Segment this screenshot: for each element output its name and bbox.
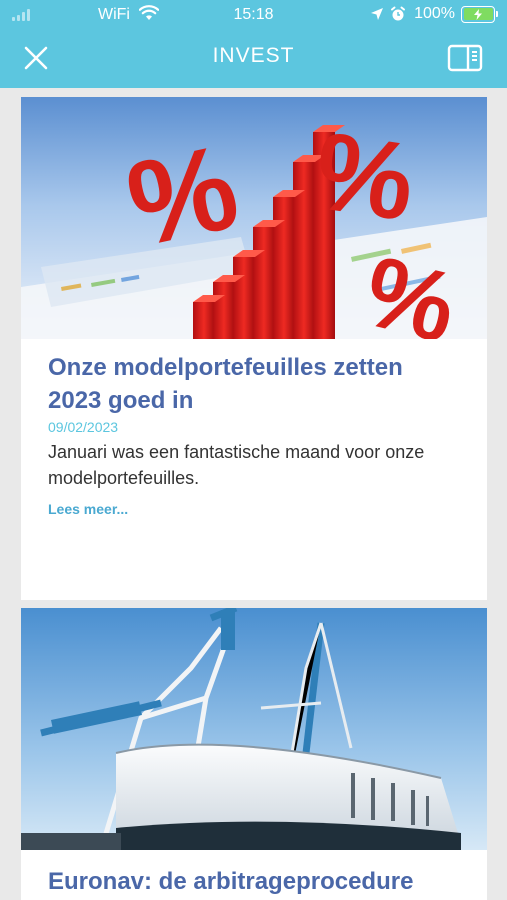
battery-icon [461, 5, 498, 23]
header-bar: WiFi 15:18 100% INVEST [0, 0, 507, 88]
sidebar-panel-icon[interactable] [447, 44, 483, 72]
article-card[interactable]: % % % Onze modelportefeuilles zetten 202… [21, 97, 487, 600]
alarm-icon [391, 6, 406, 21]
svg-text:%: % [308, 109, 422, 244]
read-more-link[interactable]: Lees meer... [48, 501, 128, 517]
article-title[interactable]: Onze modelportefeuilles zetten 2023 goed… [48, 351, 460, 417]
article-date: 09/02/2023 [48, 419, 119, 435]
article-card[interactable]: Euronav: de arbitrageprocedure [21, 608, 487, 900]
page-title: INVEST [212, 44, 295, 67]
navigation-bar: INVEST [0, 34, 507, 80]
article-title[interactable]: Euronav: de arbitrageprocedure [48, 865, 413, 898]
cargo-ship-crane-image[interactable] [21, 608, 487, 850]
red-percent-bar-chart-image[interactable]: % % % [21, 97, 487, 339]
status-bar: WiFi 15:18 100% [0, 0, 507, 30]
location-arrow-icon [371, 8, 384, 20]
battery-percent: 100% [414, 5, 455, 22]
article-excerpt: Januari was een fantastische maand voor … [48, 442, 425, 488]
